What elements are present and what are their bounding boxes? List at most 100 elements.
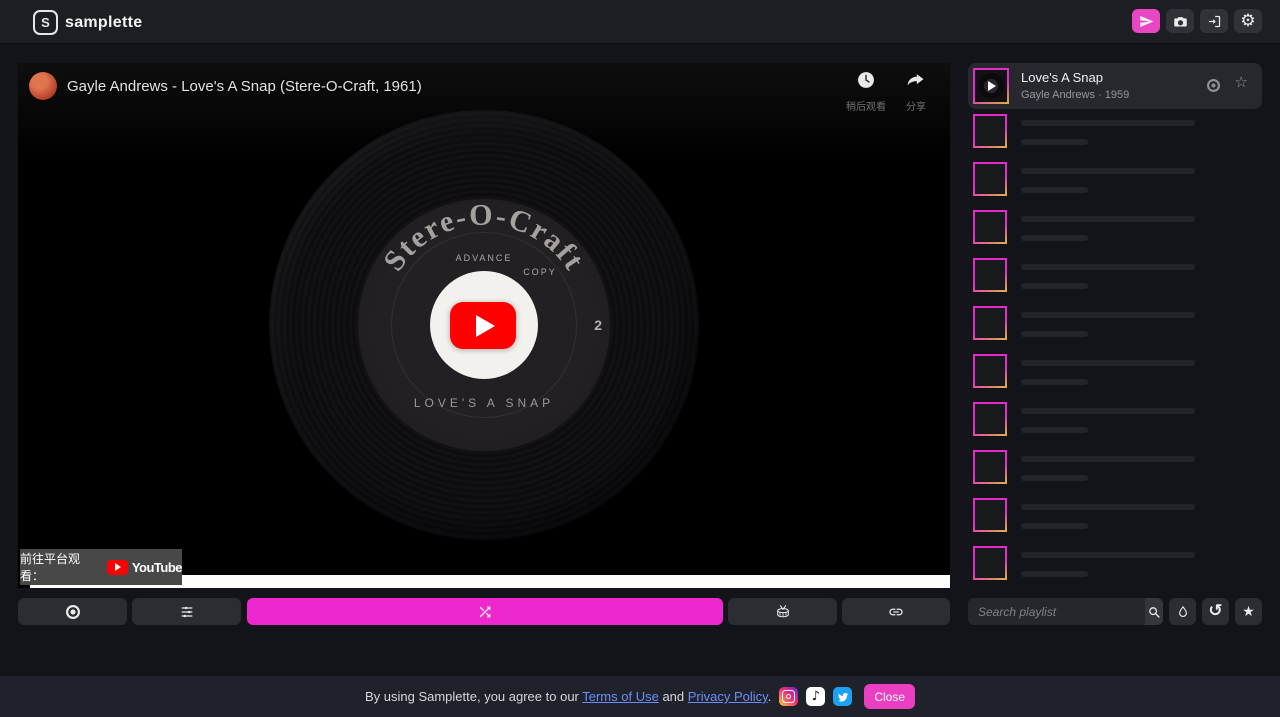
- genre-drop-button[interactable]: [1169, 598, 1196, 625]
- search-button[interactable]: [1145, 598, 1163, 625]
- skeleton-thumbnail: [973, 210, 1007, 244]
- skeleton-thumbnail: [973, 258, 1007, 292]
- playlist-skeleton-item: [968, 208, 1262, 256]
- now-playing-item[interactable]: Love's A Snap Gayle Andrews · 1959 ☆: [968, 63, 1262, 109]
- skeleton-title-line: [1021, 504, 1195, 510]
- share-app-button[interactable]: [1132, 9, 1160, 33]
- tiktok-link[interactable]: ♪: [806, 687, 825, 706]
- skeleton-title-line: [1021, 168, 1195, 174]
- shuffle-icon: [477, 604, 493, 620]
- playlist-skeleton-item: [968, 256, 1262, 304]
- skeleton-subtitle-line: [1021, 235, 1088, 241]
- share-arrow-icon: [906, 70, 926, 90]
- skeleton-title-line: [1021, 120, 1195, 126]
- now-playing-thumbnail[interactable]: [973, 68, 1009, 104]
- camera-icon: [1173, 14, 1188, 29]
- video-title[interactable]: Gayle Andrews - Love's A Snap (Stere-O-C…: [67, 78, 422, 95]
- youtube-play-icon: [107, 560, 128, 575]
- watch-on-youtube-badge[interactable]: 前往平台观看： YouTube: [20, 549, 182, 585]
- video-player[interactable]: Stere-O-Craft ADVANCE COPY LOVE'S A SNAP…: [18, 63, 950, 588]
- skeleton-subtitle-line: [1021, 427, 1088, 433]
- link-icon: [888, 604, 904, 620]
- filters-button[interactable]: [132, 598, 241, 625]
- copy-link-button[interactable]: [842, 598, 950, 625]
- playlist-skeleton-item: [968, 448, 1262, 496]
- twitter-link[interactable]: [833, 687, 852, 706]
- skeleton-subtitle-line: [1021, 571, 1088, 577]
- history-button[interactable]: ↺: [1202, 598, 1229, 625]
- skeleton-list: [968, 112, 1262, 592]
- watch-later-label: 稍后观看: [842, 98, 890, 113]
- now-playing-title: Love's A Snap: [1021, 70, 1103, 85]
- privacy-policy-link[interactable]: Privacy Policy: [688, 689, 768, 704]
- playlist-skeleton-item: [968, 112, 1262, 160]
- water-drop-icon: [1176, 605, 1190, 619]
- record-advance-text: ADVANCE: [358, 253, 610, 263]
- instagram-icon: [782, 690, 795, 703]
- terms-of-use-link[interactable]: Terms of Use: [582, 689, 659, 704]
- close-button[interactable]: Close: [864, 684, 915, 709]
- instagram-link[interactable]: [779, 687, 798, 706]
- skeleton-title-line: [1021, 216, 1195, 222]
- sliders-icon: [179, 604, 195, 620]
- footer-agreement-text: By using Samplette, you agree to our Ter…: [365, 689, 771, 704]
- top-bar: S samplette ⚙: [0, 0, 1280, 44]
- skeleton-subtitle-line: [1021, 187, 1088, 193]
- skeleton-thumbnail: [973, 162, 1007, 196]
- playlist-skeleton-item: [968, 304, 1262, 352]
- skeleton-subtitle-line: [1021, 475, 1088, 481]
- watch-later-button[interactable]: 稍后观看: [842, 70, 890, 113]
- youtube-logo-text: YouTube: [132, 560, 182, 575]
- vinyl-disc-icon: [66, 605, 80, 619]
- playlist-skeleton-item: [968, 160, 1262, 208]
- skeleton-title-line: [1021, 312, 1195, 318]
- skeleton-thumbnail: [973, 450, 1007, 484]
- playlist-skeleton-item: [968, 400, 1262, 448]
- twitter-bird-icon: [837, 691, 849, 703]
- play-triangle-icon: [476, 315, 495, 337]
- sign-in-icon: [1207, 14, 1222, 29]
- favorite-star-icon[interactable]: ☆: [1235, 75, 1248, 90]
- vinyl-mode-button[interactable]: [18, 598, 127, 625]
- shuffle-button[interactable]: [247, 598, 723, 625]
- agreement-prefix: By using Samplette, you agree to our: [365, 689, 582, 704]
- skeleton-thumbnail: [973, 402, 1007, 436]
- watch-on-platform-label: 前往平台观看：: [20, 550, 100, 584]
- skeleton-subtitle-line: [1021, 283, 1088, 289]
- favorites-button[interactable]: ★: [1235, 598, 1262, 625]
- skeleton-thumbnail: [973, 498, 1007, 532]
- drum-breaks-button[interactable]: [728, 598, 837, 625]
- settings-button[interactable]: ⚙: [1234, 9, 1262, 33]
- samplette-logo-text: samplette: [65, 14, 142, 32]
- sign-in-button[interactable]: [1200, 9, 1228, 33]
- samplette-logo-icon: S: [33, 10, 58, 35]
- skeleton-title-line: [1021, 360, 1195, 366]
- playlist-skeleton-item: [968, 496, 1262, 544]
- search-icon: [1147, 605, 1161, 619]
- mini-record-icon: [978, 73, 1004, 99]
- history-icon: ↺: [1208, 603, 1222, 620]
- skeleton-thumbnail: [973, 114, 1007, 148]
- screenshot-button[interactable]: [1166, 9, 1194, 33]
- youtube-logo: YouTube: [107, 560, 182, 575]
- playlist-skeleton-item: [968, 544, 1262, 592]
- record-side-number: 2: [594, 317, 602, 333]
- skeleton-thumbnail: [973, 354, 1007, 388]
- header-buttons: ⚙: [1132, 9, 1262, 33]
- share-video-button[interactable]: 分享: [892, 70, 940, 113]
- channel-avatar[interactable]: [29, 72, 57, 100]
- search-input[interactable]: [968, 598, 1145, 625]
- agreement-and: and: [659, 689, 688, 704]
- gear-icon: ⚙: [1240, 13, 1255, 30]
- skeleton-title-line: [1021, 408, 1195, 414]
- youtube-play-button[interactable]: [450, 302, 516, 349]
- skeleton-subtitle-line: [1021, 331, 1088, 337]
- clock-icon: [856, 70, 876, 90]
- paper-plane-icon: [1139, 14, 1154, 29]
- share-label: 分享: [892, 98, 940, 113]
- record-copy-text: COPY: [358, 267, 666, 277]
- drum-icon: [775, 604, 791, 620]
- samplette-logo[interactable]: S samplette: [33, 10, 142, 35]
- disc-action-icon[interactable]: [1207, 79, 1220, 92]
- skeleton-title-line: [1021, 456, 1195, 462]
